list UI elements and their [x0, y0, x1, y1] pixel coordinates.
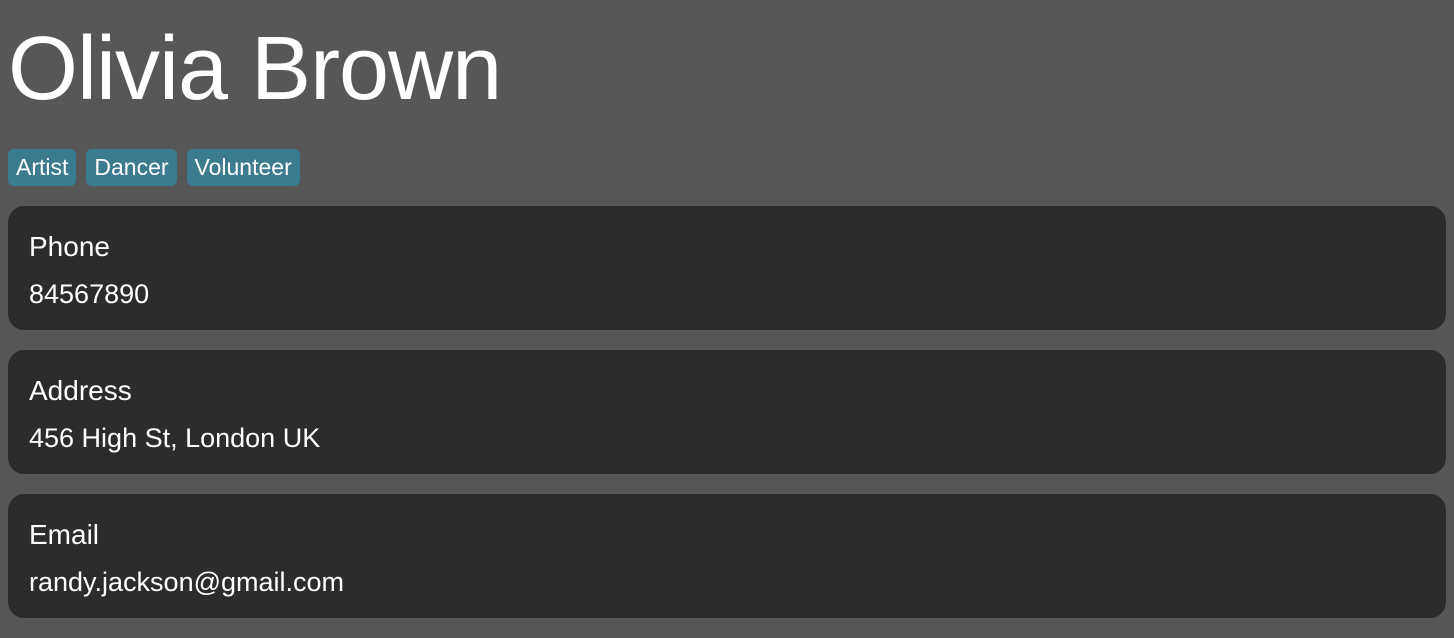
phone-value: 84567890 — [29, 279, 150, 309]
address-label: Address — [29, 375, 132, 406]
phone-card: Phone 84567890 — [8, 206, 1446, 330]
email-card: Email randy.jackson@gmail.com — [8, 494, 1446, 618]
address-card: Address 456 High St, London UK — [8, 350, 1446, 474]
tag-artist: Artist — [8, 149, 77, 186]
email-label: Email — [29, 519, 100, 550]
tag-volunteer: Volunteer — [186, 149, 300, 186]
address-value: 456 High St, London UK — [29, 423, 321, 453]
tag-dancer: Dancer — [86, 149, 177, 186]
email-value: randy.jackson@gmail.com — [29, 567, 345, 597]
contact-detail-panel: Olivia Brown Artist Dancer Volunteer Pho… — [0, 0, 1454, 638]
phone-label: Phone — [29, 231, 110, 262]
contact-name: Olivia Brown — [8, 19, 502, 119]
tag-list: Artist Dancer Volunteer — [8, 149, 300, 186]
